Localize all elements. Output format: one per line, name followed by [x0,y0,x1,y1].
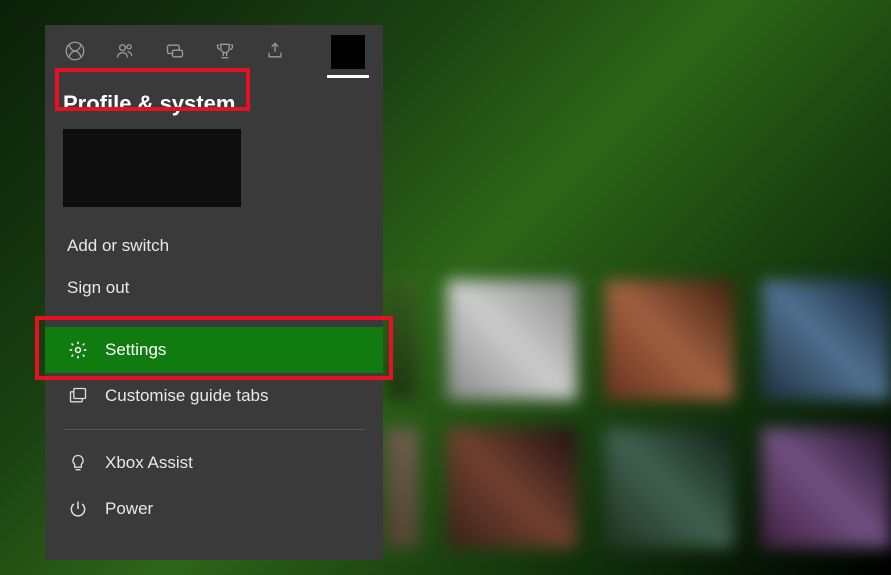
power-icon [67,498,89,520]
profile-picture[interactable] [63,129,241,207]
chat-icon[interactable] [163,39,187,63]
sign-out-item[interactable]: Sign out [45,267,383,309]
menu-divider [63,429,365,430]
share-icon[interactable] [263,39,287,63]
bulb-icon [67,452,89,474]
xbox-icon[interactable] [63,39,87,63]
guide-tabs [45,39,383,75]
power-label: Power [105,499,153,519]
gear-icon [67,339,89,361]
xbox-assist-item[interactable]: Xbox Assist [45,440,383,486]
settings-item[interactable]: Settings [45,327,383,373]
trophy-icon[interactable] [213,39,237,63]
help-section: Xbox Assist Power [45,440,383,532]
background-tiles [385,280,891,575]
system-section: Settings Customise guide tabs [45,327,383,419]
xbox-assist-label: Xbox Assist [105,453,193,473]
customise-guide-tabs-item[interactable]: Customise guide tabs [45,373,383,419]
tabs-icon [67,385,89,407]
add-or-switch-item[interactable]: Add or switch [45,225,383,267]
profile-tab-avatar[interactable] [331,35,365,69]
settings-label: Settings [105,340,166,360]
account-section: Add or switch Sign out [45,225,383,309]
guide-panel: Profile & system Add or switch Sign out … [45,25,383,560]
panel-title: Profile & system [45,75,383,129]
profile-tab-indicator [327,75,369,78]
power-item[interactable]: Power [45,486,383,532]
people-icon[interactable] [113,39,137,63]
customise-guide-tabs-label: Customise guide tabs [105,386,268,406]
